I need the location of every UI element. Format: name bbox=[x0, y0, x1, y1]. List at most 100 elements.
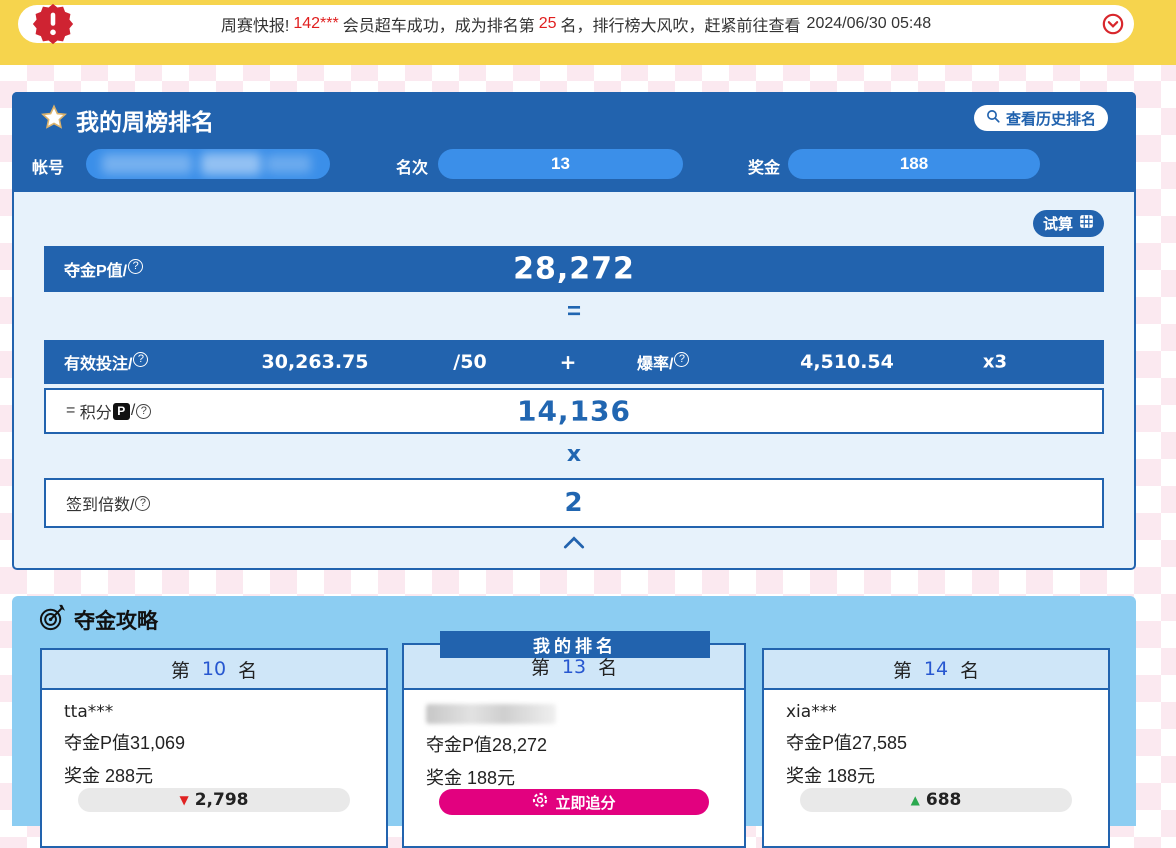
up-triangle-icon: ▲ bbox=[911, 793, 920, 807]
p-value: 28,272 bbox=[44, 252, 1104, 287]
signin-multiplier-row: 签到倍数/? 2 bbox=[44, 478, 1104, 528]
card-body: 夺金P值28,272 奖金 188元 bbox=[404, 690, 744, 790]
points-gap-pill: ▼ 2,798 bbox=[78, 788, 350, 812]
rank-number: 14 bbox=[924, 658, 948, 680]
burst-label: 爆率/? bbox=[637, 350, 689, 374]
prize-line-value: 188元 bbox=[467, 768, 515, 788]
notice-middle: 会员超车成功，成为排名第 bbox=[343, 12, 535, 36]
rank-number: 10 bbox=[202, 658, 226, 680]
collapse-panel-control[interactable] bbox=[14, 536, 1134, 554]
p-value-line-value: 27,585 bbox=[852, 733, 907, 753]
chevron-up-icon bbox=[563, 536, 585, 553]
notice-prefix: 周赛快报! bbox=[221, 12, 289, 36]
points-value: 14,136 bbox=[46, 395, 1102, 428]
card-rank-header: 第 14 名 bbox=[764, 650, 1108, 690]
p-value-line: 夺金P值28,272 bbox=[426, 731, 744, 757]
ranking-panel-header: 我的周榜排名 查看历史排名 帐号 名次 13 奖金 188 bbox=[12, 92, 1136, 192]
notice-member-id: 142*** bbox=[293, 15, 338, 33]
notice-banner-bar: 周赛快报! 142*** 会员超车成功，成为排名第 25 名，排行榜大风吹，赶紧… bbox=[0, 0, 1176, 65]
page-title: 我的周榜排名 bbox=[76, 103, 214, 137]
p-value-bar: 夺金P值/? 28,272 bbox=[44, 246, 1104, 292]
rank-suffix: 名 bbox=[960, 656, 979, 683]
target-dart-icon bbox=[38, 603, 67, 637]
gold-strategy-section: 夺金攻略 我的排名 第 10 名 tta*** 夺金P值31,069 奖金 28… bbox=[12, 596, 1136, 826]
notice-suffix: 名，排行榜大风吹，赶紧前往查看 bbox=[561, 12, 801, 36]
points-gap-value: 2,798 bbox=[195, 790, 249, 810]
rank-suffix: 名 bbox=[238, 656, 257, 683]
p-value-line-value: 28,272 bbox=[492, 735, 547, 755]
p-value-line-label: 夺金P值 bbox=[786, 733, 852, 753]
bet-label-text: 有效投注/ bbox=[64, 356, 132, 373]
prize-line-label: 奖金 bbox=[426, 768, 462, 788]
rank-number: 13 bbox=[562, 656, 586, 678]
prize-line: 奖金 188元 bbox=[426, 764, 744, 790]
help-icon[interactable]: ? bbox=[674, 352, 689, 367]
times-operator: x bbox=[14, 442, 1134, 467]
signin-value: 2 bbox=[46, 488, 1102, 518]
burst-multiplier: x3 bbox=[983, 352, 1007, 373]
burst-label-text: 爆率/ bbox=[637, 356, 673, 373]
p-value-line-label: 夺金P值 bbox=[426, 735, 492, 755]
star-icon bbox=[40, 104, 68, 137]
calculator-icon bbox=[1079, 214, 1094, 233]
burst-value: 4,510.54 bbox=[800, 351, 894, 373]
prize-line-label: 奖金 bbox=[786, 766, 822, 786]
card-body: tta*** 夺金P值31,069 奖金 288元 bbox=[42, 690, 386, 788]
equals-operator: = bbox=[14, 298, 1134, 326]
search-icon bbox=[986, 109, 1001, 128]
chase-points-button[interactable]: 立即追分 bbox=[439, 789, 709, 815]
notice-rank: 25 bbox=[539, 15, 557, 33]
member-name: xia*** bbox=[786, 702, 1108, 722]
chip-icon bbox=[532, 792, 548, 812]
member-name: tta*** bbox=[64, 702, 386, 722]
p-value-line-value: 31,069 bbox=[130, 733, 185, 753]
prize-line-value: 188元 bbox=[827, 766, 875, 786]
p-value-line-label: 夺金P值 bbox=[64, 733, 130, 753]
my-rank-banner: 我的排名 bbox=[440, 631, 710, 658]
strategy-title: 夺金攻略 bbox=[74, 605, 158, 635]
p-value-line: 夺金P值31,069 bbox=[64, 729, 386, 755]
alert-seal-icon bbox=[32, 3, 74, 45]
plus-operator: + bbox=[560, 350, 577, 374]
rank-value-pill: 13 bbox=[438, 149, 683, 179]
rank-prefix: 第 bbox=[171, 656, 190, 683]
prize-line: 奖金 288元 bbox=[64, 762, 386, 788]
prize-value-pill: 188 bbox=[788, 149, 1040, 179]
strategy-card-rank-10: 第 10 名 tta*** 夺金P值31,069 奖金 288元 ▼ 2,798 bbox=[40, 648, 388, 848]
strategy-card-rank-14: 第 14 名 xia*** 夺金P值27,585 奖金 188元 ▲ 688 bbox=[762, 648, 1110, 848]
prize-label: 奖金 bbox=[748, 154, 780, 178]
member-name-blurred bbox=[426, 704, 556, 724]
bet-value: 30,263.75 bbox=[262, 351, 369, 373]
prize-value: 188 bbox=[900, 154, 928, 174]
p-value-line: 夺金P值27,585 bbox=[786, 729, 1108, 755]
card-rank-header: 第 10 名 bbox=[42, 650, 386, 690]
history-button-label: 查看历史排名 bbox=[1006, 108, 1096, 129]
points-gap-value: 688 bbox=[926, 790, 962, 810]
prize-line: 奖金 188元 bbox=[786, 762, 1108, 788]
calc-button-label: 试算 bbox=[1043, 213, 1073, 234]
trial-calc-button[interactable]: 试算 bbox=[1033, 210, 1104, 237]
notice-collapse-icon[interactable] bbox=[1102, 13, 1124, 35]
prize-line-value: 288元 bbox=[105, 766, 153, 786]
points-row: = 积分 P /? 14,136 bbox=[44, 388, 1104, 434]
down-triangle-icon: ▼ bbox=[179, 793, 188, 807]
account-label: 帐号 bbox=[32, 154, 64, 178]
account-blur bbox=[201, 153, 261, 175]
prize-line-label: 奖金 bbox=[64, 766, 100, 786]
weekly-ranking-panel: 我的周榜排名 查看历史排名 帐号 名次 13 奖金 188 试算 bbox=[12, 92, 1136, 570]
rank-value: 13 bbox=[551, 154, 570, 174]
rank-prefix: 第 bbox=[893, 656, 912, 683]
view-history-ranking-button[interactable]: 查看历史排名 bbox=[974, 105, 1108, 131]
points-gap-pill: ▲ 688 bbox=[800, 788, 1072, 812]
card-body: xia*** 夺金P值27,585 奖金 188元 bbox=[764, 690, 1108, 788]
account-blur bbox=[102, 154, 192, 174]
notice-pill[interactable]: 周赛快报! 142*** 会员超车成功，成为排名第 25 名，排行榜大风吹，赶紧… bbox=[18, 5, 1134, 43]
strategy-card-my-rank-13: 第 13 名 夺金P值28,272 奖金 188元 立即追分 bbox=[402, 643, 746, 848]
bet-divisor: /50 bbox=[453, 351, 486, 373]
bet-burst-bar: 有效投注/? 30,263.75 /50 + 爆率/? 4,510.54 x3 bbox=[44, 340, 1104, 384]
rank-label: 名次 bbox=[396, 154, 428, 178]
bet-label: 有效投注/? bbox=[64, 350, 148, 374]
account-value-pill bbox=[86, 149, 330, 179]
notice-timestamp: 2024/06/30 05:48 bbox=[807, 15, 932, 33]
help-icon[interactable]: ? bbox=[133, 352, 148, 367]
